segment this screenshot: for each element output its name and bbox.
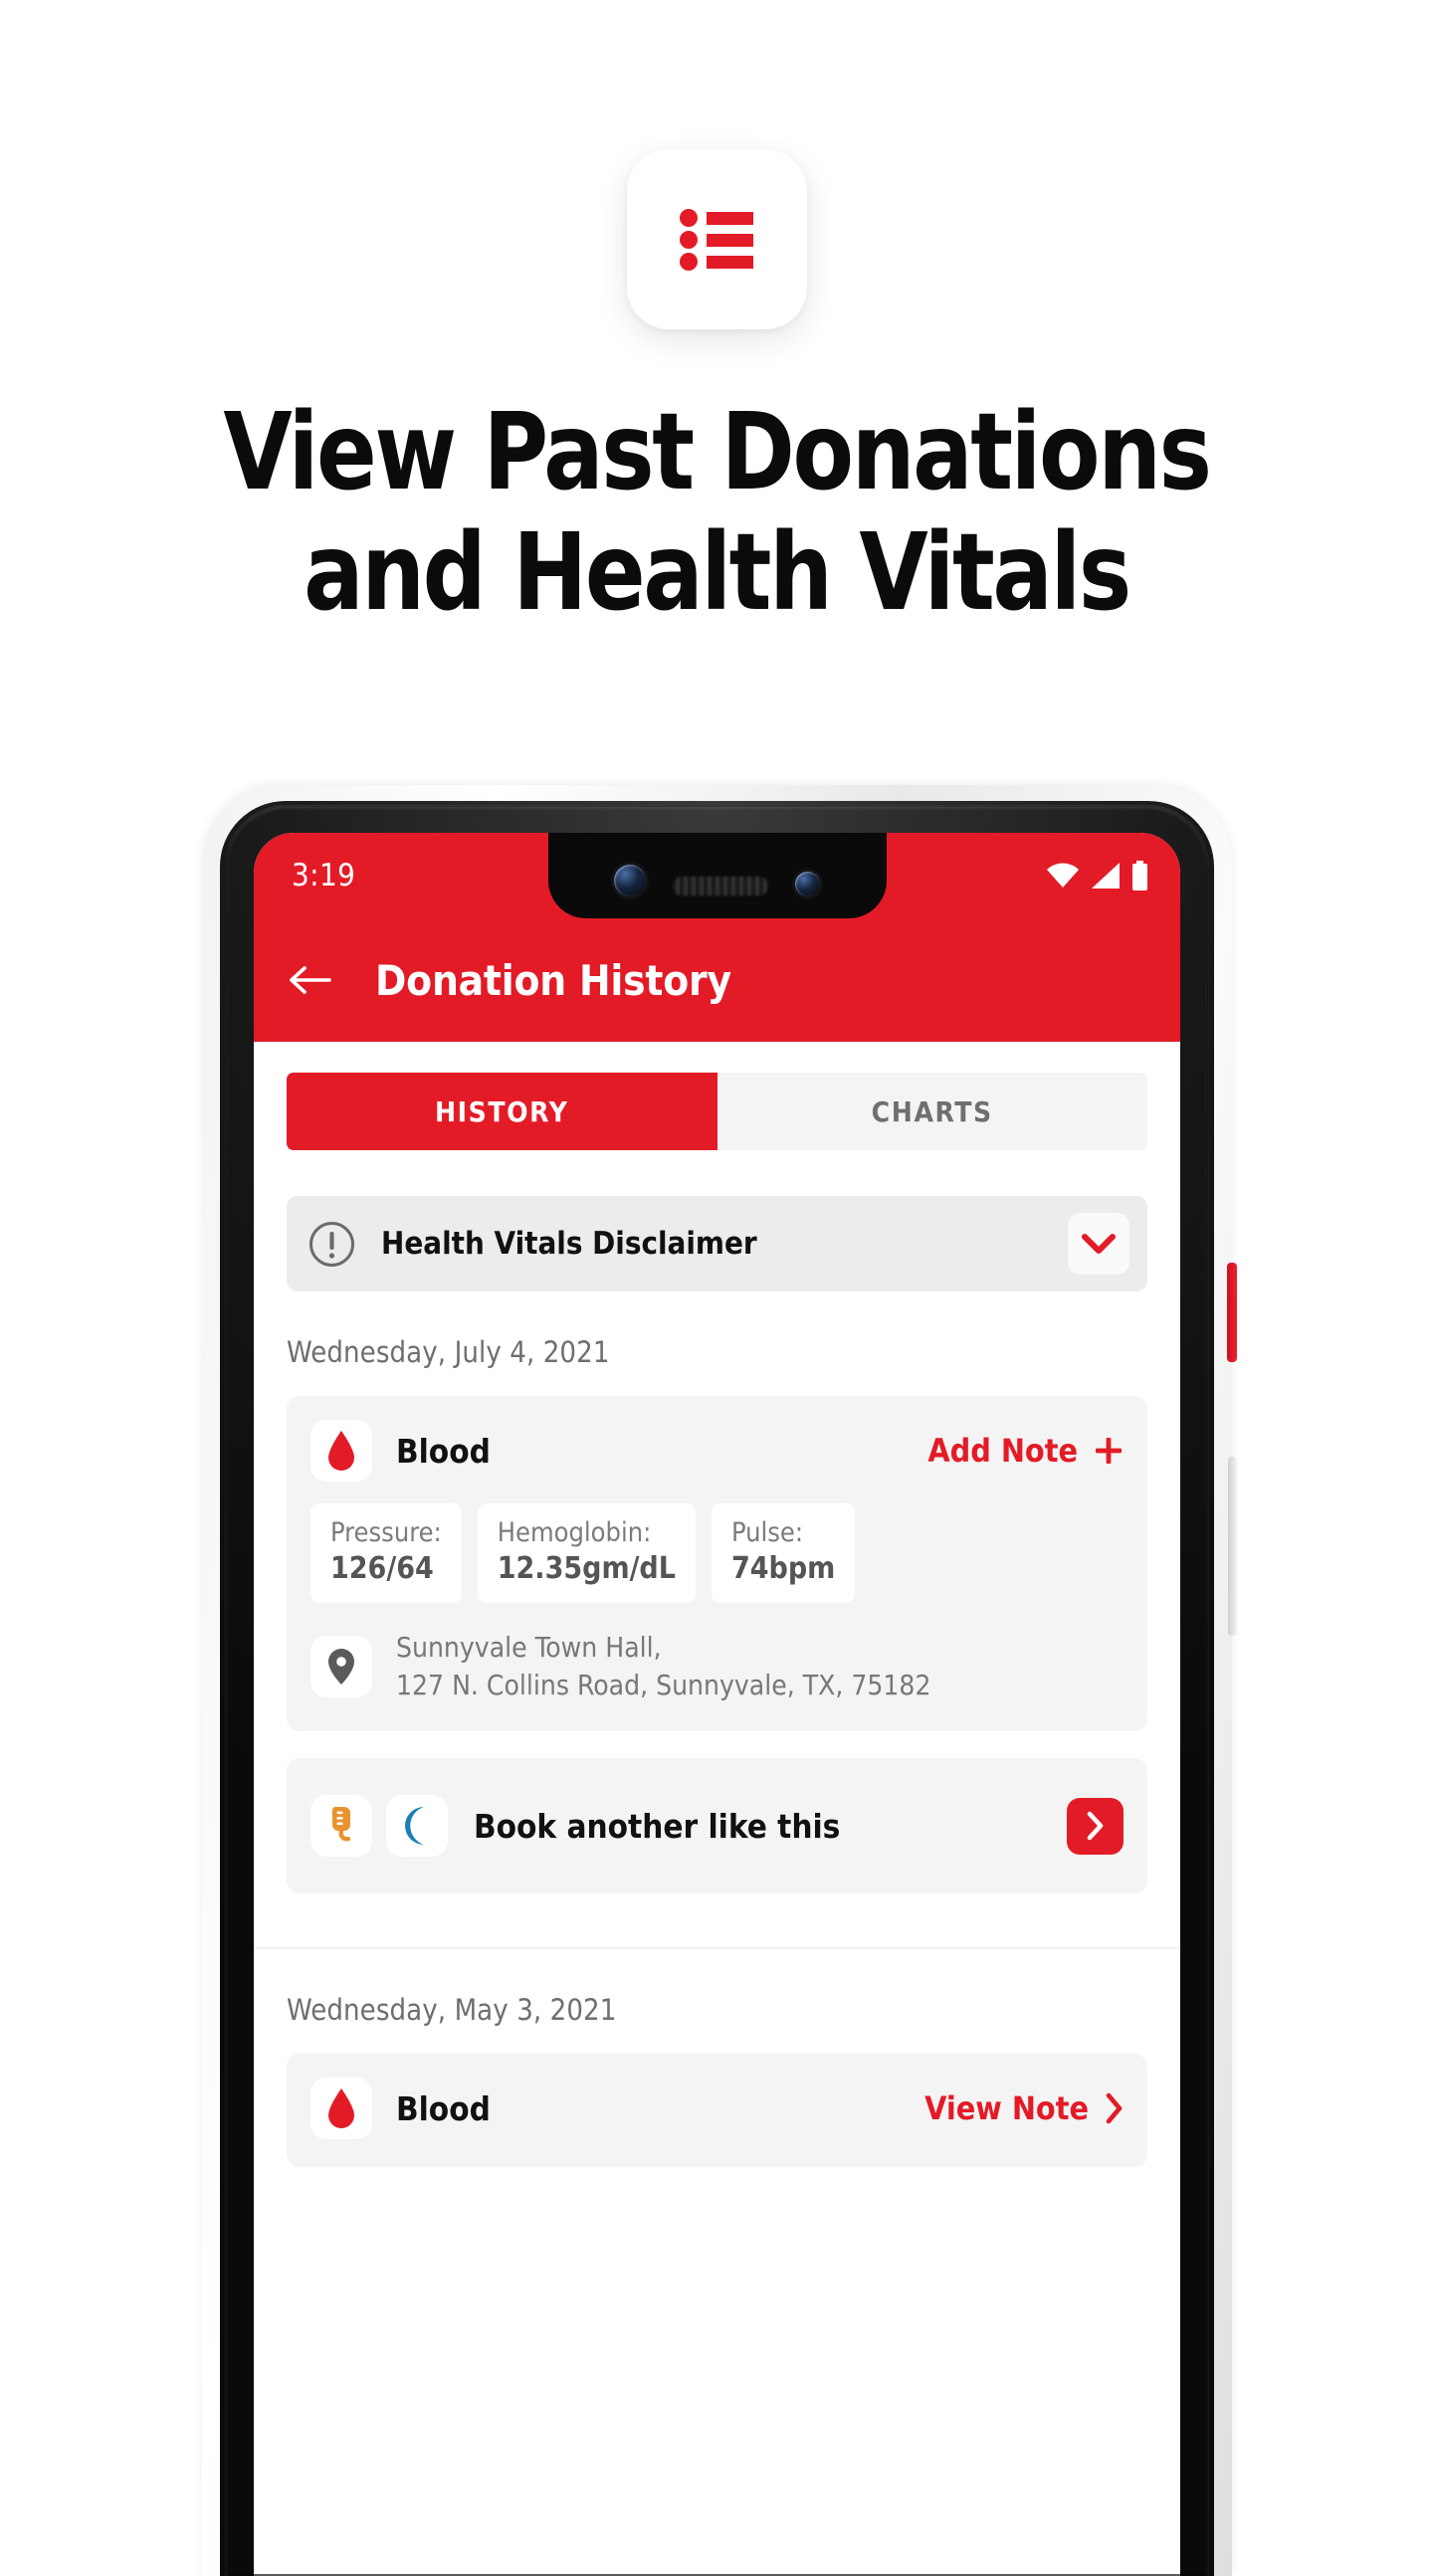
- donation-type-icon-tile: [310, 2078, 372, 2140]
- crescent-moon-icon-tile: [386, 1795, 448, 1858]
- donation-location: Sunnyvale Town Hall, 127 N. Collins Road…: [310, 1629, 1124, 1703]
- front-camera-icon: [614, 865, 646, 896]
- book-another-go-button[interactable]: [1067, 1797, 1124, 1855]
- donation-card-header: Blood View Note: [310, 2078, 1124, 2140]
- plasma-bag-icon: [331, 1807, 351, 1842]
- crescent-moon-icon: [405, 1807, 424, 1846]
- cellular-signal-icon: [1092, 863, 1120, 889]
- app-bar: Donation History: [254, 918, 1180, 1042]
- donation-type-label: Blood: [396, 2088, 491, 2128]
- vital-value: 74bpm: [730, 1551, 836, 1586]
- tab-bar: HISTORY CHARTS: [254, 1042, 1180, 1150]
- blood-drop-icon: [328, 2088, 354, 2129]
- plus-icon: [1096, 1438, 1122, 1464]
- vital-chip-pressure: Pressure: 126/64: [310, 1503, 462, 1603]
- vitals-chip-list: Pressure: 126/64 Hemoglobin: 12.35gm/dL …: [310, 1503, 1124, 1603]
- battery-icon: [1132, 861, 1147, 891]
- promo-headline-line-1: View Past Donations: [223, 391, 1212, 514]
- donation-type-icon-tile: [310, 1420, 372, 1482]
- speaker-grille: [672, 876, 769, 896]
- phone-notch: [547, 833, 887, 918]
- chevron-right-icon: [1106, 2092, 1123, 2124]
- entry-group-divider: [254, 1947, 1180, 1950]
- vital-chip-hemoglobin: Hemoglobin: 12.35gm/dL: [477, 1503, 696, 1603]
- location-line-1: Sunnyvale Town Hall,: [396, 1631, 662, 1664]
- wifi-icon: [1047, 863, 1079, 888]
- vital-value: 126/64: [330, 1551, 434, 1586]
- location-icon-tile: [310, 1635, 372, 1697]
- map-pin-icon: [328, 1648, 354, 1684]
- view-note-button[interactable]: View Note: [924, 2089, 1124, 2127]
- health-vitals-disclaimer-row[interactable]: Health Vitals Disclaimer: [287, 1196, 1147, 1291]
- donation-card[interactable]: Blood View Note: [287, 2054, 1147, 2168]
- power-button[interactable]: [1227, 1263, 1237, 1362]
- phone-bezel: 3:19 Donation History HISTORY CHARTS Hea…: [220, 801, 1214, 2576]
- status-bar-clock: 3:19: [292, 858, 356, 893]
- book-another-row[interactable]: Book another like this: [287, 1758, 1147, 1894]
- phone-mockup: 3:19 Donation History HISTORY CHARTS Hea…: [202, 785, 1237, 2576]
- disclaimer-label: Health Vitals Disclaimer: [381, 1226, 757, 1262]
- entry-date: Wednesday, May 3, 2021: [287, 1993, 617, 2028]
- page-title: Donation History: [375, 955, 731, 1005]
- blood-drop-icon: [328, 1431, 354, 1471]
- status-bar-icons: [1046, 833, 1148, 918]
- donation-type-label: Blood: [396, 1431, 491, 1471]
- location-address: Sunnyvale Town Hall, 127 N. Collins Road…: [396, 1629, 930, 1703]
- promo-headline: View Past Donations and Health Vitals: [105, 393, 1328, 634]
- tab-charts[interactable]: CHARTS: [716, 1073, 1147, 1150]
- back-arrow-icon[interactable]: [288, 962, 331, 998]
- promo-headline-line-2: and Health Vitals: [304, 510, 1131, 635]
- vital-label: Pressure:: [330, 1517, 442, 1548]
- app-icon-container: [0, 149, 1433, 329]
- status-bar: 3:19: [254, 833, 1180, 918]
- location-line-2: 127 N. Collins Road, Sunnyvale, TX, 7518…: [396, 1668, 931, 1701]
- vital-label: Hemoglobin:: [497, 1517, 652, 1548]
- volume-rocker[interactable]: [1228, 1457, 1237, 1636]
- vital-label: Pulse:: [730, 1517, 804, 1548]
- book-another-label: Book another like this: [474, 1806, 841, 1846]
- chevron-down-icon: [1082, 1233, 1116, 1254]
- history-list: Health Vitals Disclaimer Wednesday, July…: [254, 1196, 1180, 2168]
- list-icon: [680, 208, 753, 271]
- vital-value: 12.35gm/dL: [497, 1551, 676, 1586]
- add-note-label: Add Note: [927, 1432, 1078, 1470]
- vital-chip-pulse: Pulse: 74bpm: [711, 1503, 856, 1603]
- secondary-camera-icon: [795, 872, 820, 896]
- tab-history[interactable]: HISTORY: [287, 1073, 717, 1150]
- donation-card-header: Blood Add Note: [310, 1420, 1124, 1482]
- view-note-label: View Note: [924, 2089, 1089, 2128]
- phone-screen: 3:19 Donation History HISTORY CHARTS Hea…: [254, 833, 1180, 2576]
- exclamation-circle-icon: [309, 1221, 354, 1267]
- donation-card[interactable]: Blood Add Note Pressure: 126/64 Hemoglob…: [287, 1396, 1147, 1732]
- entry-date: Wednesday, July 4, 2021: [287, 1335, 610, 1369]
- app-icon-tile: [626, 149, 807, 329]
- plasma-bag-icon-tile: [310, 1795, 372, 1858]
- chevron-right-icon: [1087, 1811, 1104, 1841]
- add-note-button[interactable]: Add Note: [927, 1432, 1124, 1470]
- disclaimer-expand-button[interactable]: [1068, 1213, 1129, 1275]
